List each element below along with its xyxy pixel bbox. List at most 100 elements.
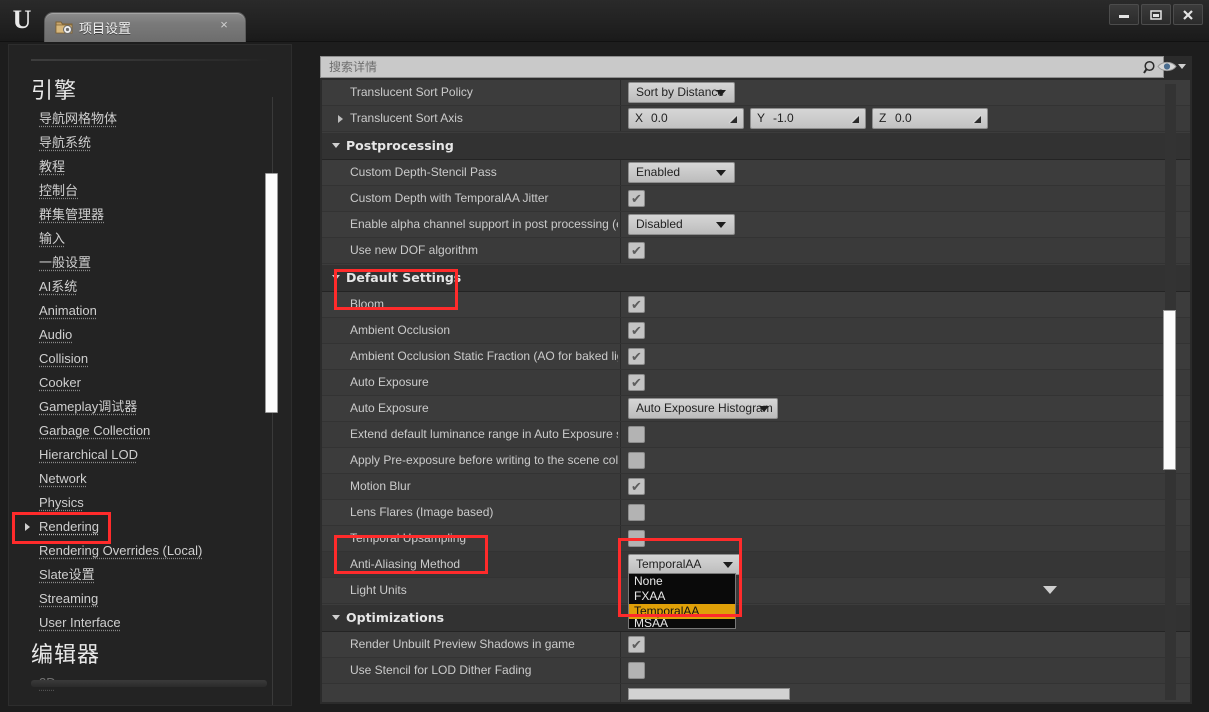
checkbox-checked[interactable]: ✔: [628, 478, 645, 495]
column-splitter[interactable]: [620, 448, 621, 473]
column-splitter[interactable]: [620, 552, 621, 577]
checkbox-checked[interactable]: ✔: [628, 348, 645, 365]
sidebar-item-physics[interactable]: Physics: [9, 491, 291, 515]
search-input[interactable]: [321, 57, 1141, 77]
eye-icon[interactable]: [1155, 57, 1179, 75]
sidebar-scrollbar-thumb[interactable]: [265, 173, 278, 413]
dropdown-option-temporalaa[interactable]: TemporalAA: [629, 604, 735, 619]
column-splitter[interactable]: [620, 632, 621, 657]
checkbox-checked[interactable]: ✔: [628, 322, 645, 339]
column-splitter[interactable]: [620, 292, 621, 317]
dropdown-option-fxaa[interactable]: FXAA: [629, 589, 735, 604]
sidebar-item-[interactable]: 输入: [9, 227, 291, 251]
sidebar-item-hierarchical-lod[interactable]: Hierarchical LOD: [9, 443, 291, 467]
close-button[interactable]: [1173, 4, 1203, 25]
column-splitter[interactable]: [620, 212, 621, 237]
section-header-optimizations[interactable]: Optimizations: [322, 604, 1190, 632]
search-details-bar[interactable]: [320, 56, 1142, 78]
axis-label: Z: [879, 111, 887, 125]
column-splitter[interactable]: [620, 318, 621, 343]
section-title: Default Settings: [346, 270, 462, 285]
sidebar-item-label: Cooker: [39, 375, 81, 390]
column-splitter[interactable]: [620, 238, 621, 263]
sidebar-item-[interactable]: 一般设置: [9, 251, 291, 275]
checkbox-unchecked[interactable]: [628, 504, 645, 521]
sidebar-item-gameplay[interactable]: Gameplay调试器: [9, 395, 291, 419]
section-header-postprocessing[interactable]: Postprocessing: [322, 132, 1190, 160]
column-splitter[interactable]: [620, 578, 621, 603]
partial-text-input[interactable]: [628, 688, 790, 700]
sidebar-item-network[interactable]: Network: [9, 467, 291, 491]
column-splitter[interactable]: [620, 106, 621, 131]
dropdown-sort-by-distance[interactable]: Sort by Distance: [628, 82, 735, 103]
anti-aliasing-option-list[interactable]: None FXAA TemporalAA MSAA: [628, 573, 736, 629]
column-splitter[interactable]: [620, 474, 621, 499]
sidebar-item-[interactable]: 导航网格物体: [9, 107, 291, 131]
checkbox-unchecked[interactable]: [628, 530, 645, 547]
tab-close-icon[interactable]: ×: [217, 18, 231, 32]
property-value: ✔: [628, 238, 1190, 263]
column-splitter[interactable]: [620, 370, 621, 395]
checkbox-unchecked[interactable]: [628, 426, 645, 443]
dropdown-option-none[interactable]: None: [629, 574, 735, 589]
sidebar-item-user-interface[interactable]: User Interface: [9, 611, 291, 635]
column-splitter[interactable]: [620, 80, 621, 105]
property-label: Ambient Occlusion Static Fraction (AO fo…: [350, 349, 618, 363]
sidebar-divider: [31, 59, 269, 61]
minimize-button[interactable]: [1109, 4, 1139, 25]
settings-category-sidebar[interactable]: 引擎 导航网格物体 导航系统 教程 控制台 群集管理器 输入 一般设置 AI系统 Animati…: [8, 44, 292, 706]
checkbox-checked[interactable]: ✔: [628, 242, 645, 259]
column-splitter[interactable]: [620, 684, 621, 702]
sidebar-item-audio[interactable]: Audio: [9, 323, 291, 347]
reset-caret-icon[interactable]: [1043, 586, 1057, 594]
anti-aliasing-dropdown[interactable]: TemporalAA: [628, 554, 742, 575]
checkbox-checked[interactable]: ✔: [628, 636, 645, 653]
column-splitter[interactable]: [620, 526, 621, 551]
dropdown-enabled[interactable]: Enabled: [628, 162, 735, 183]
drag-handle-icon[interactable]: [972, 113, 982, 124]
checkbox-checked[interactable]: ✔: [628, 374, 645, 391]
checkbox-unchecked[interactable]: [628, 452, 645, 469]
sidebar-item-[interactable]: 控制台: [9, 179, 291, 203]
vector-field-y[interactable]: Y -1.0: [750, 108, 866, 129]
checkbox-checked[interactable]: ✔: [628, 296, 645, 313]
property-row: Bloom ✔: [322, 292, 1190, 318]
sidebar-item-collision[interactable]: Collision: [9, 347, 291, 371]
column-splitter[interactable]: [620, 422, 621, 447]
column-splitter[interactable]: [620, 160, 621, 185]
vector-field-x[interactable]: X 0.0: [628, 108, 744, 129]
sidebar-item-[interactable]: 导航系统: [9, 131, 291, 155]
details-scrollbar-thumb[interactable]: [1163, 310, 1176, 470]
dropdown-auto-exposure-histogram[interactable]: Auto Exposure Histogram: [628, 398, 778, 419]
dropdown-option-msaa[interactable]: MSAA: [629, 619, 735, 628]
column-splitter[interactable]: [620, 396, 621, 421]
sidebar-item-label: Rendering: [39, 519, 99, 534]
property-row: Temporal Upsampling: [322, 526, 1190, 552]
sidebar-item-[interactable]: 群集管理器: [9, 203, 291, 227]
sidebar-item-[interactable]: 教程: [9, 155, 291, 179]
checkbox-unchecked[interactable]: [628, 662, 645, 679]
expand-arrow-icon[interactable]: [338, 115, 343, 123]
tab-project-settings[interactable]: 项目设置 ×: [44, 12, 246, 42]
column-splitter[interactable]: [620, 186, 621, 211]
sidebar-item-cooker[interactable]: Cooker: [9, 371, 291, 395]
sidebar-item-ai[interactable]: AI系统: [9, 275, 291, 299]
column-splitter[interactable]: [620, 500, 621, 525]
sidebar-item-garbage-collection[interactable]: Garbage Collection: [9, 419, 291, 443]
section-header-default-settings[interactable]: Default Settings: [322, 264, 1190, 292]
sidebar-item-animation[interactable]: Animation: [9, 299, 291, 323]
property-value: ✔: [628, 370, 1190, 395]
checkbox-checked[interactable]: ✔: [628, 190, 645, 207]
sidebar-item-rendering-overrides-local[interactable]: Rendering Overrides (Local): [9, 539, 291, 563]
drag-handle-icon[interactable]: [850, 113, 860, 124]
sidebar-item-rendering[interactable]: Rendering: [9, 515, 291, 539]
column-splitter[interactable]: [620, 658, 621, 683]
vector-field-z[interactable]: Z 0.0: [872, 108, 988, 129]
dropdown-disabled[interactable]: Disabled: [628, 214, 735, 235]
sidebar-item-streaming[interactable]: Streaming: [9, 587, 291, 611]
drag-handle-icon[interactable]: [728, 113, 738, 124]
view-options-caret-icon[interactable]: [1178, 64, 1186, 69]
column-splitter[interactable]: [620, 344, 621, 369]
maximize-button[interactable]: [1141, 4, 1171, 25]
sidebar-item-slate[interactable]: Slate设置: [9, 563, 291, 587]
